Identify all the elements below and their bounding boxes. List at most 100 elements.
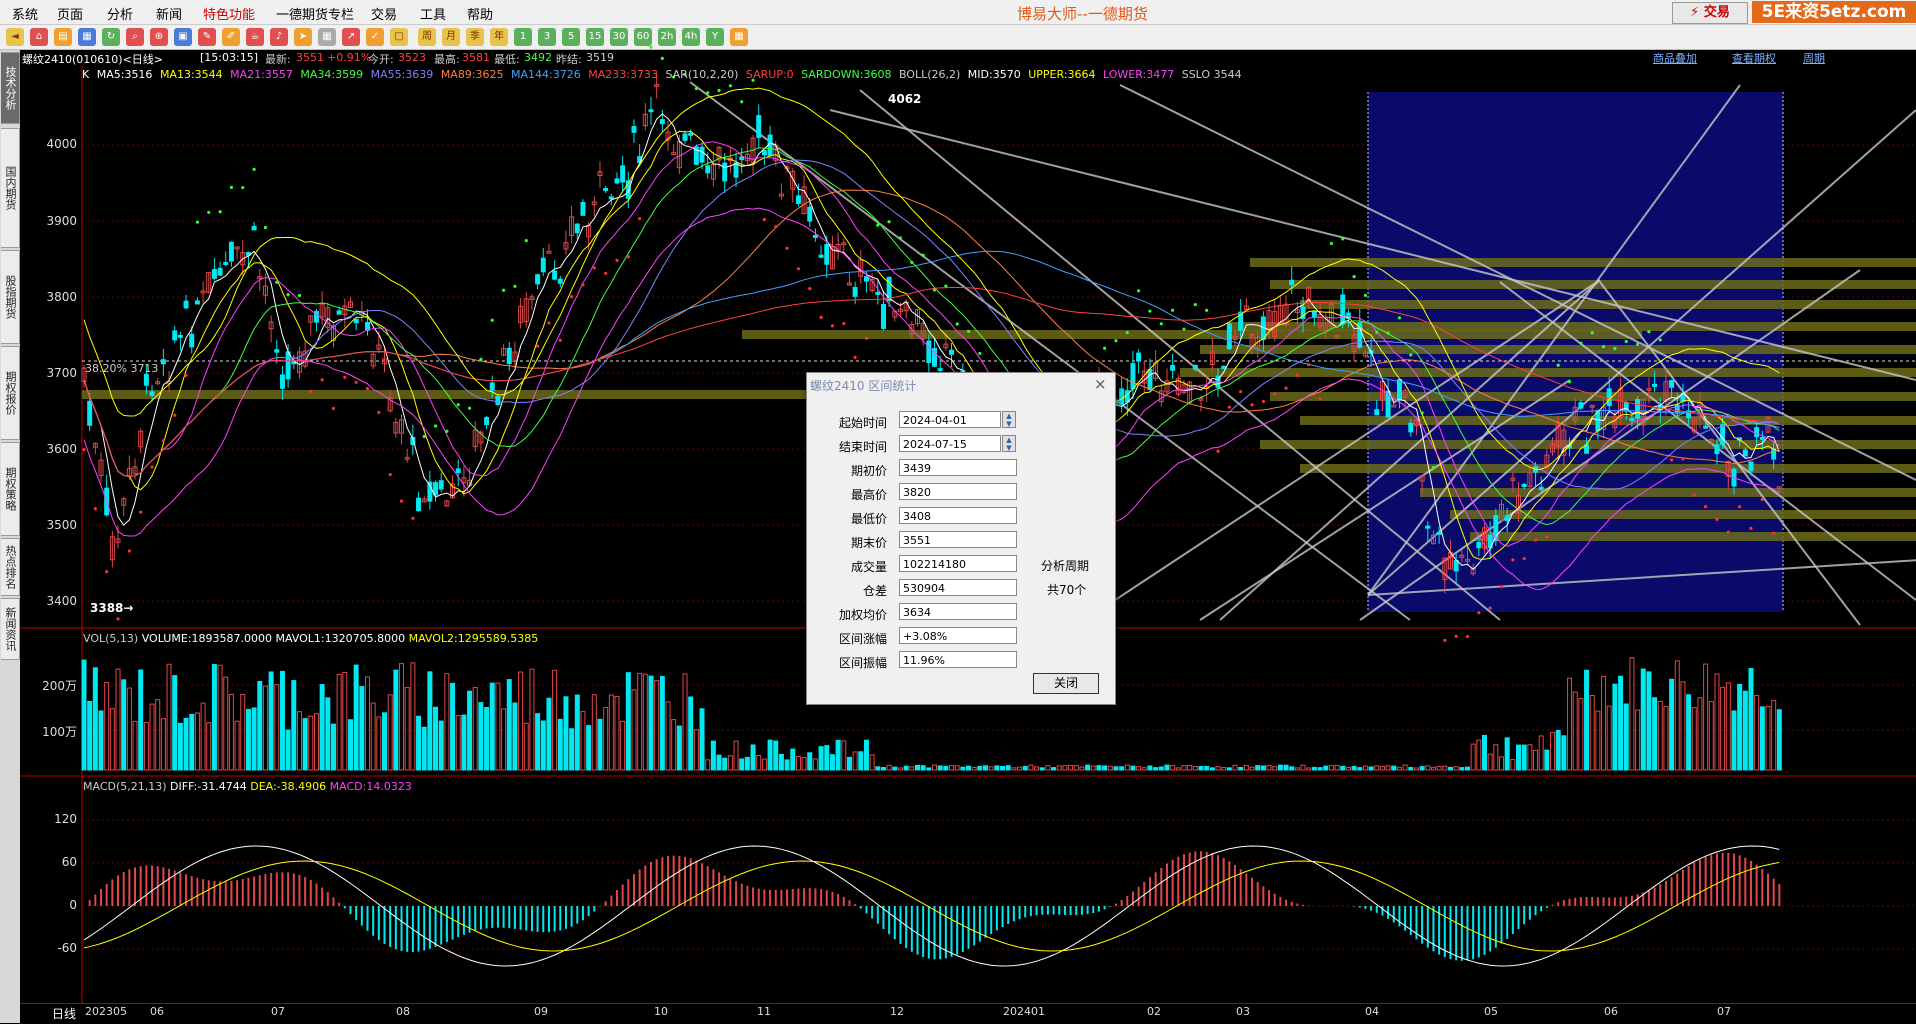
volume-bar bbox=[1584, 669, 1590, 771]
candle-body bbox=[852, 287, 858, 297]
sar-dot bbox=[1159, 322, 1163, 326]
sar-dot bbox=[116, 617, 120, 621]
sar-dot bbox=[377, 410, 381, 414]
price-tick-3600: 3600 bbox=[46, 442, 77, 456]
sar-dot bbox=[1137, 289, 1141, 293]
volume-bar bbox=[512, 702, 518, 771]
mavol1-value: MAVOL1:1320705.8000 bbox=[275, 632, 406, 645]
sardown-value: SARDOWN:3608 bbox=[801, 68, 892, 81]
volume-bar bbox=[1618, 675, 1624, 771]
sar-dot bbox=[1556, 363, 1560, 367]
volume-bar bbox=[1181, 765, 1187, 771]
volume-bar bbox=[790, 748, 796, 771]
candle-body bbox=[285, 351, 291, 380]
volume-bar bbox=[1425, 765, 1431, 771]
volume-bar bbox=[1090, 765, 1096, 771]
volume-bar bbox=[795, 756, 801, 771]
volume-bar bbox=[1436, 765, 1442, 771]
volume-bar bbox=[852, 751, 858, 771]
volume-bar bbox=[756, 754, 762, 771]
volume-bar bbox=[506, 679, 512, 771]
candle-body bbox=[699, 146, 705, 163]
candle-body bbox=[648, 109, 654, 113]
volume-bar bbox=[382, 712, 388, 771]
interval-stats-dialog[interactable]: 螺纹2410 区间统计 × 起始时间 2024-04-01 ▲ ▼ 结束时间 20… bbox=[806, 372, 1116, 705]
sar-dot bbox=[343, 375, 347, 379]
start-time-spinner-icon[interactable]: ▲ ▼ bbox=[1002, 411, 1016, 428]
volume-bar bbox=[1606, 705, 1612, 771]
candle-body bbox=[863, 276, 869, 282]
volume-bar bbox=[160, 718, 166, 771]
volume-bar bbox=[285, 729, 291, 771]
volume-bar bbox=[1187, 764, 1193, 771]
volume-bar bbox=[1192, 766, 1198, 771]
volume-bar bbox=[1198, 765, 1204, 771]
volume-bar bbox=[1408, 766, 1414, 771]
volume-bar bbox=[416, 715, 422, 771]
open-price-field[interactable]: 3439 bbox=[899, 459, 1017, 476]
sar-dot bbox=[864, 336, 869, 340]
interval-amplitude-field[interactable]: 11.96% bbox=[899, 651, 1017, 668]
volume-field[interactable]: 102214180 bbox=[899, 555, 1017, 572]
close-icon[interactable]: × bbox=[1094, 375, 1107, 393]
volume-bar bbox=[1164, 764, 1170, 771]
candle-body bbox=[1669, 380, 1675, 388]
row-interval-amplitude: 区间振幅 11.96% bbox=[807, 651, 1115, 671]
volume-bar bbox=[1708, 701, 1714, 771]
start-time-field[interactable]: 2024-04-01 bbox=[899, 411, 1001, 428]
interval-change-field[interactable]: +3.08% bbox=[899, 627, 1017, 644]
weighted-avg-label: 加权均价 bbox=[838, 608, 887, 622]
candle-body bbox=[631, 126, 637, 133]
close-price-field[interactable]: 3551 bbox=[899, 531, 1017, 548]
volume-bar bbox=[223, 676, 229, 771]
candle-body bbox=[1606, 388, 1612, 407]
low-price-field[interactable]: 3408 bbox=[899, 507, 1017, 524]
high-price-field[interactable]: 3820 bbox=[899, 483, 1017, 500]
sar-dot bbox=[1579, 341, 1583, 345]
volume-bar bbox=[330, 723, 336, 771]
sar-dot bbox=[1375, 330, 1379, 334]
volume-bar bbox=[654, 680, 660, 771]
sar-dot bbox=[195, 220, 199, 224]
volume-bar bbox=[1068, 764, 1074, 771]
volume-bar bbox=[739, 758, 745, 771]
volume-bar bbox=[835, 739, 841, 771]
candle-body bbox=[1396, 379, 1402, 401]
volume-bar bbox=[342, 671, 348, 771]
volume-bar bbox=[189, 713, 195, 771]
weighted-avg-field[interactable]: 3634 bbox=[899, 603, 1017, 620]
candle-body bbox=[484, 417, 490, 426]
volume-bar bbox=[1510, 759, 1516, 771]
sar-dot bbox=[1295, 373, 1299, 377]
volume-bar bbox=[484, 707, 490, 771]
volume-bar bbox=[1464, 766, 1470, 771]
ma34-value: MA34:3599 bbox=[300, 68, 364, 81]
volume-bar bbox=[1635, 709, 1641, 771]
volume-bar bbox=[914, 764, 920, 771]
volume-bar bbox=[705, 759, 711, 771]
end-time-spinner-icon[interactable]: ▲ ▼ bbox=[1002, 435, 1016, 452]
volume-bar bbox=[183, 717, 189, 771]
volume-bar bbox=[1045, 765, 1051, 771]
position-diff-field[interactable]: 530904 bbox=[899, 579, 1017, 596]
candle-body bbox=[880, 303, 886, 329]
volume-bar bbox=[818, 746, 824, 771]
volume-bar bbox=[262, 685, 268, 771]
candle-body bbox=[1147, 368, 1153, 390]
volume-bar bbox=[1357, 767, 1363, 771]
boll-lower: LOWER:3477 bbox=[1102, 68, 1175, 81]
volume-bar bbox=[1720, 686, 1726, 771]
sar-dot bbox=[740, 100, 744, 104]
price-tick-3700: 3700 bbox=[46, 366, 77, 380]
candle-body bbox=[489, 382, 495, 391]
candle-body bbox=[1742, 449, 1748, 457]
end-time-field[interactable]: 2024-07-15 bbox=[899, 435, 1001, 452]
volume-bar bbox=[1754, 694, 1760, 771]
close-button[interactable]: 关闭 bbox=[1033, 673, 1099, 694]
macd-value: MACD:14.0323 bbox=[329, 780, 412, 793]
volume-bar bbox=[722, 757, 728, 771]
volume-bar bbox=[773, 740, 779, 771]
analysis-period-label: 分析周期 bbox=[1041, 559, 1090, 573]
volume-bar bbox=[200, 702, 206, 771]
close-price-label: 期末价 bbox=[850, 536, 887, 550]
